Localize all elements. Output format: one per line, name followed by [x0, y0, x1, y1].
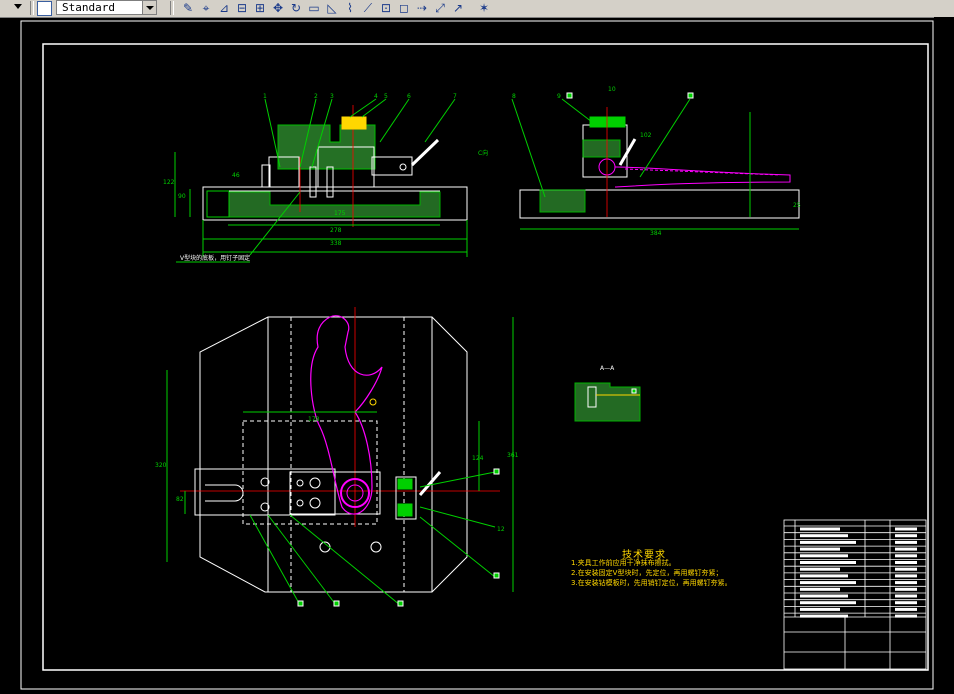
part-number-12: 12: [497, 526, 505, 533]
top-dim-3: 178: [308, 416, 320, 423]
side-dim-2: 102: [640, 132, 652, 139]
front-dim-4: 122: [163, 179, 175, 186]
top-dim-4: 82: [176, 496, 184, 503]
text-style-combo[interactable]: Standard: [56, 0, 157, 15]
section-view: [574, 382, 641, 422]
title-block-cell: [800, 534, 848, 538]
title-block-cell: [895, 587, 917, 591]
title-block-cell: [895, 594, 917, 598]
top-dim-1: 320: [155, 462, 167, 469]
vertical-scrollbar[interactable]: [934, 17, 954, 694]
tech-requirement-1: 1.夹具工作前应用干净抹布擦拭。: [571, 559, 676, 567]
mirror-icon[interactable]: ⊿: [216, 1, 232, 15]
offset-icon[interactable]: ⊟: [234, 1, 250, 15]
top-view: [166, 307, 514, 607]
snap-icon[interactable]: ⌖: [198, 1, 214, 15]
side-view: [511, 92, 800, 230]
top-dim-5: 361: [507, 452, 519, 459]
title-block-cell: [895, 554, 917, 558]
title-block-cell: [895, 601, 917, 605]
title-block-cell: [800, 554, 848, 558]
title-block-cell: [800, 567, 840, 571]
title-block-cell: [895, 561, 917, 564]
title-block-cell: [895, 540, 917, 544]
title-block-cell: [895, 527, 917, 531]
extend-icon[interactable]: ⟋: [360, 1, 376, 15]
part-number-8: 8: [512, 93, 516, 100]
drawing-canvas[interactable]: C向 V型块的底板，用钉子固定 A—A 175 278 338 122 90 4…: [0, 17, 954, 694]
title-block-cell: [895, 574, 917, 578]
title-block-cell: [800, 540, 856, 544]
title-block-cell: [800, 587, 840, 591]
title-block-cell: [895, 581, 917, 585]
title-block-cell: [895, 607, 917, 611]
section-view-label: A—A: [600, 365, 615, 372]
part-number-9: 9: [557, 93, 561, 100]
part-number-5: 5: [384, 93, 388, 100]
top-dim-2: 124: [472, 455, 484, 462]
title-block-cell: [800, 527, 840, 531]
part-number-1: 1: [263, 93, 267, 100]
title-block-cell: [800, 601, 856, 605]
title-block-cell: [800, 574, 848, 578]
side-dim-3: 25: [793, 202, 801, 209]
array-icon[interactable]: ⊞: [252, 1, 268, 15]
front-view-note: V型块的底板，用钉子固定: [180, 255, 251, 262]
title-block-cell: [895, 567, 917, 571]
tech-requirement-2: 2.在安装固定V型块时，先定位，再用螺钉夯紧；: [571, 569, 723, 577]
part-number-6: 6: [407, 93, 411, 100]
title-block-cell: [800, 594, 848, 598]
front-dim-1: 175: [334, 210, 346, 217]
sheet-border: [20, 20, 934, 690]
move-icon[interactable]: ✥: [270, 1, 286, 15]
title-block-cell: [895, 547, 917, 551]
title-block-cell: [895, 534, 917, 538]
title-block-cell: [800, 607, 840, 611]
pencil-icon[interactable]: ✎: [180, 1, 196, 15]
part-number-7: 7: [453, 93, 457, 100]
tech-requirement-3: 3.在安装钻模板时，先用销钉定位，再用螺钉夯紧。: [571, 579, 732, 587]
properties-icon[interactable]: ↗: [450, 1, 466, 15]
title-block-cell: [800, 614, 848, 618]
front-view: [174, 98, 468, 263]
front-dim-5: 90: [178, 193, 186, 200]
chevron-down-icon[interactable]: [142, 1, 156, 14]
part-number-4: 4: [374, 93, 378, 100]
side-view-label: C向: [478, 150, 489, 157]
stretch-icon[interactable]: ◺: [324, 1, 340, 15]
fillet-icon[interactable]: ⇢: [414, 1, 430, 15]
trim-icon[interactable]: ⌇: [342, 1, 358, 15]
toolbar: Standard ✎ ⌖ ⊿ ⊟ ⊞ ✥ ↻ ▭ ◺ ⌇ ⟋ ⊡ ◻ ⇢ ⤢ ↗ ✶: [0, 0, 954, 18]
text-style-value: Standard: [62, 1, 115, 14]
side-dim-1: 384: [650, 230, 662, 237]
scale-icon[interactable]: ▭: [306, 1, 322, 15]
title-block-cell: [800, 547, 840, 551]
title-block-cell: [800, 561, 856, 564]
front-dim-6: 46: [232, 172, 240, 179]
front-dim-3: 338: [330, 240, 342, 247]
toolbar-separator: [170, 1, 174, 15]
part-number-2: 2: [314, 93, 318, 100]
part-number-3: 3: [330, 93, 334, 100]
part-number-10: 10: [608, 86, 616, 93]
rotate-icon[interactable]: ↻: [288, 1, 304, 15]
explode-icon[interactable]: ⤢: [432, 1, 448, 15]
text-style-icon[interactable]: [37, 1, 52, 16]
title-block-cell: [800, 581, 856, 585]
match-icon[interactable]: ✶: [476, 1, 492, 15]
toolbar-dropdown-arrow-icon[interactable]: [14, 4, 22, 9]
chamfer-icon[interactable]: ◻: [396, 1, 412, 15]
toolbar-separator: [30, 1, 34, 15]
break-icon[interactable]: ⊡: [378, 1, 394, 15]
title-block: [783, 519, 927, 670]
front-dim-2: 278: [330, 227, 342, 234]
title-block-cell: [895, 614, 917, 618]
